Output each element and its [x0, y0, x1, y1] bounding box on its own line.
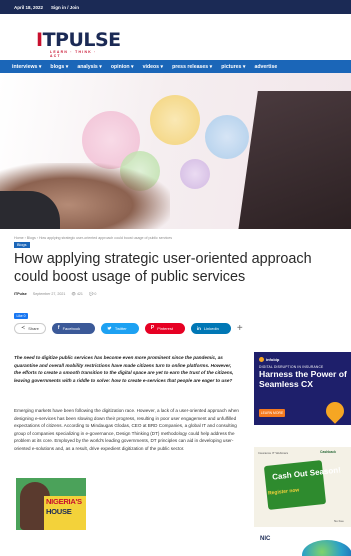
share-more-button[interactable]: +: [237, 323, 243, 334]
share-button[interactable]: ≺ Share: [14, 322, 46, 334]
infobip-ad[interactable]: infobip DIGITAL DISRUPTION IN INSURANCE …: [254, 352, 351, 425]
top-bar-date: April 18, 2022: [14, 4, 44, 10]
share-pinterest-button[interactable]: P Pinterest: [144, 322, 185, 334]
hero-laptop: [238, 91, 351, 229]
publish-date: September 27, 2021: [32, 292, 66, 296]
hero-bubble: [150, 95, 200, 145]
nav-advertise[interactable]: advertise: [254, 64, 277, 70]
article-body: Emerging markets have been following the…: [14, 408, 239, 451]
ad2-header-right: Cashback: [320, 450, 337, 454]
infobip-logo-icon: [259, 357, 264, 362]
linkedin-icon: in: [196, 325, 201, 331]
logo-letter: I: [36, 29, 43, 51]
globe-icon: [302, 540, 351, 556]
top-bar: April 18, 2022 Sign in / Join: [0, 0, 351, 14]
site-logo[interactable]: ITPULSE LEARN · THINK · ACT: [36, 29, 121, 58]
thumb-title-line1: NIGERIA'S: [46, 497, 82, 506]
comments-count[interactable]: 💬 0: [89, 292, 96, 296]
article-meta: ITPulse September 27, 2021 👁 421 💬 0: [14, 292, 96, 296]
location-pin-icon: [322, 398, 348, 424]
ad2-header-left: Insurance IT Webinars: [258, 451, 289, 455]
ad3-logo: NIC: [260, 536, 271, 542]
comments-value: 0: [94, 292, 97, 296]
share-twitter-label: Twitter: [114, 325, 127, 331]
third-ad[interactable]: NIC: [254, 534, 351, 556]
like-button[interactable]: Like 0: [14, 313, 28, 319]
hero-image: [0, 73, 351, 229]
share-twitter-button[interactable]: Twitter: [100, 322, 139, 334]
share-linkedin-button[interactable]: in Linkedin: [190, 322, 231, 334]
views-count: 👁 421: [71, 292, 83, 296]
nav-pictures[interactable]: pictures ▾: [221, 64, 245, 70]
author-link[interactable]: ITPulse: [14, 292, 27, 296]
article-title: How applying strategic user-oriented app…: [14, 251, 312, 285]
share-facebook-label: Facebook: [62, 325, 81, 331]
hero-bubble: [180, 159, 210, 189]
views-value: 421: [76, 292, 83, 296]
share-icon: ≺: [21, 325, 26, 331]
ad-headline: Harness the Power of Seamless CX: [259, 369, 347, 389]
ad2-footer: No Fee: [334, 519, 344, 523]
ad-brand-name: infobip: [266, 357, 280, 362]
article-lead: The need to digitize public services has…: [14, 355, 234, 383]
share-label: Share: [28, 325, 39, 331]
thumb-title-line2: HOUSE: [46, 507, 72, 516]
related-image[interactable]: NIGERIA'S HOUSE: [16, 478, 86, 530]
nav-analysis[interactable]: analysis ▾: [77, 64, 102, 70]
ad-brand: infobip: [259, 357, 279, 362]
ad-learn-more-button[interactable]: LEARN MORE: [259, 409, 285, 417]
share-bar: ≺ Share f Facebook Twitter P Pinterest i…: [14, 322, 243, 334]
breadcrumb[interactable]: Home › Blogs › How applying strategic us…: [14, 236, 172, 240]
main-nav: interviews ▾ blogs ▾ analysis ▾ opinion …: [0, 60, 351, 73]
nav-opinion[interactable]: opinion ▾: [111, 64, 134, 70]
nav-videos[interactable]: videos ▾: [143, 64, 163, 70]
logo-tagline: LEARN · THINK · ACT: [50, 50, 97, 58]
nav-blogs[interactable]: blogs ▾: [50, 64, 68, 70]
share-facebook-button[interactable]: f Facebook: [51, 322, 95, 334]
category-badge[interactable]: Blogs: [14, 242, 30, 248]
share-pinterest-label: Pinterest: [157, 325, 174, 331]
pinterest-icon: P: [150, 325, 155, 331]
cash-out-ad[interactable]: Insurance IT Webinars Cashback Cash Out …: [254, 447, 351, 527]
facebook-icon: f: [57, 325, 60, 331]
hero-bubble: [205, 115, 249, 159]
login-link[interactable]: Sign in / Join: [51, 5, 79, 10]
nav-press-releases[interactable]: press releases ▾: [172, 64, 212, 70]
twitter-icon: [107, 326, 112, 330]
logo-wordmark: TPULSE: [42, 29, 122, 51]
share-linkedin-label: Linkedin: [203, 325, 219, 331]
nav-interviews[interactable]: interviews ▾: [12, 64, 41, 70]
